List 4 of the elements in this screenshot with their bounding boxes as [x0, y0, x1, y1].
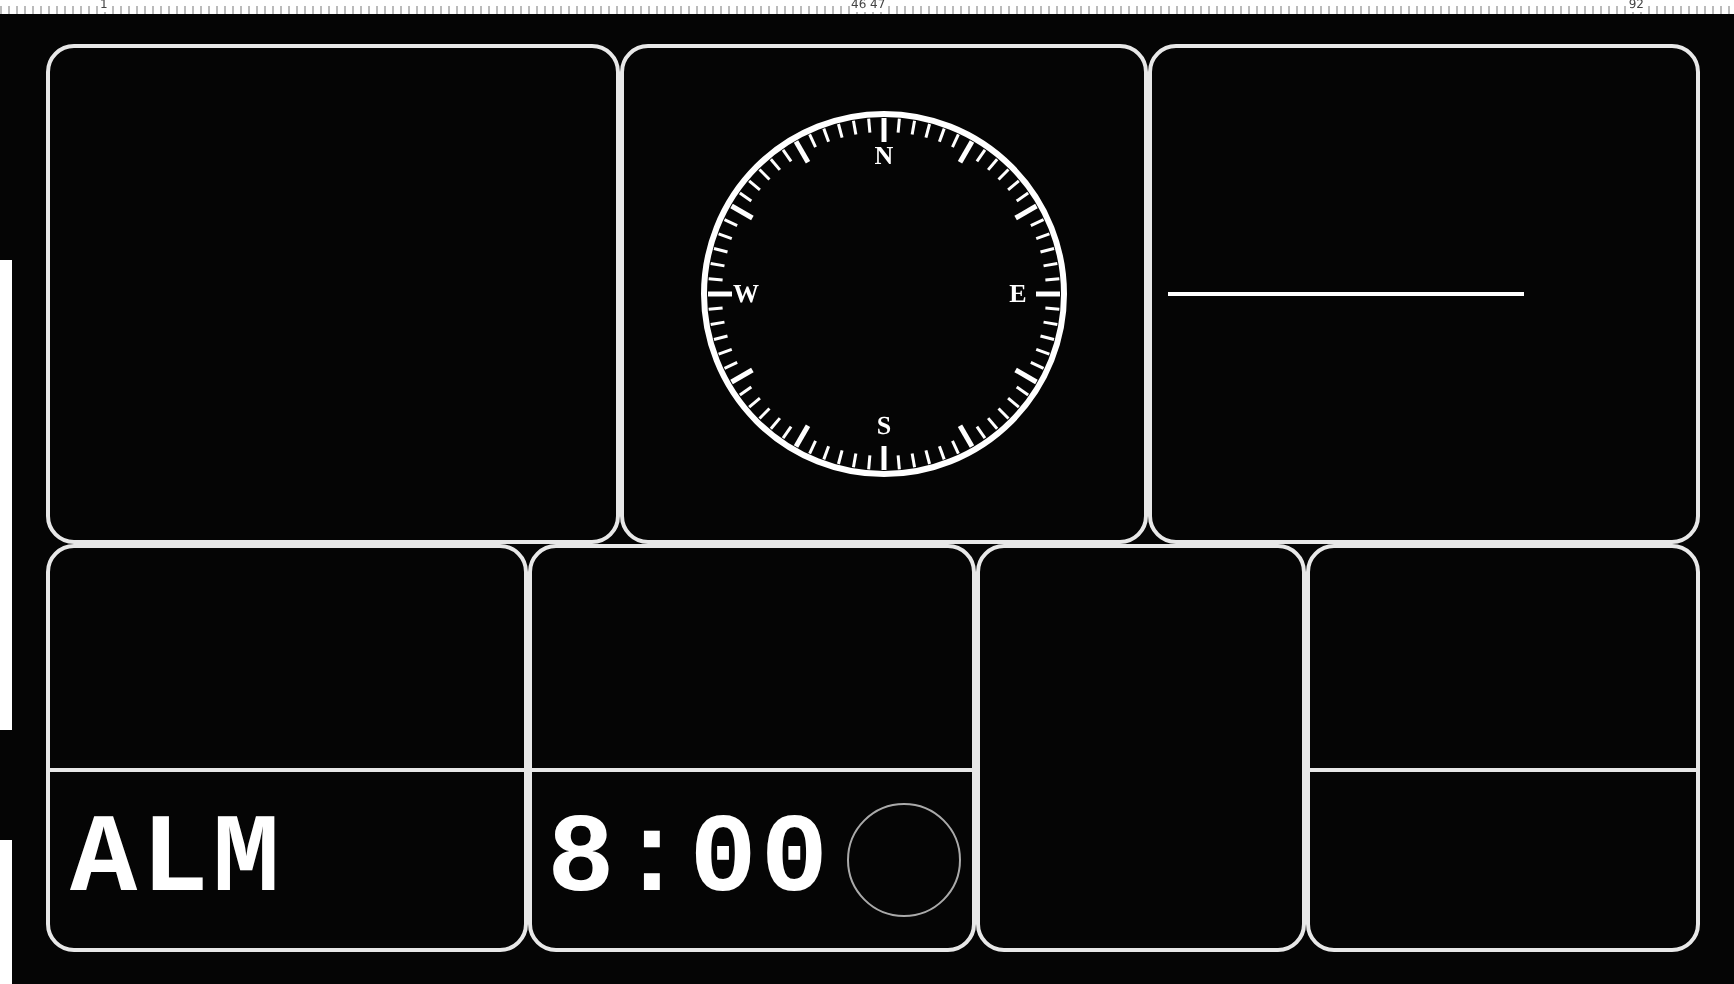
circle-icon — [844, 800, 964, 920]
alarm-time: 8:00 — [547, 804, 832, 916]
edge-mark — [0, 840, 12, 984]
alarm-label: ALM — [70, 804, 284, 916]
